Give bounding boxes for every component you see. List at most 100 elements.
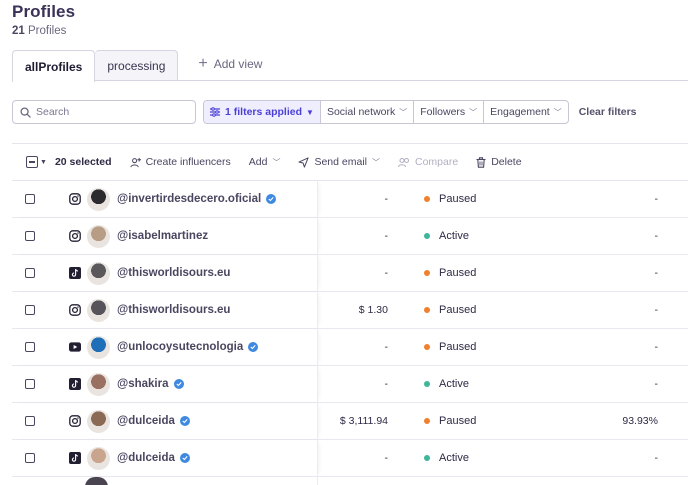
filter-group: 1 filters applied ▼ Social network ﹀ Foll… bbox=[203, 100, 569, 124]
table-row[interactable]: @isabelmartinez - Active - bbox=[12, 218, 688, 255]
filters-applied-button[interactable]: 1 filters applied ▼ bbox=[204, 101, 320, 123]
row-checkbox[interactable] bbox=[25, 342, 35, 352]
verified-icon bbox=[248, 342, 259, 352]
table-row[interactable]: @dulceida - Active - bbox=[12, 440, 688, 477]
table-row[interactable]: @thisworldisours.eu - Paused - bbox=[12, 255, 688, 292]
avatar[interactable] bbox=[87, 224, 110, 248]
status-dot bbox=[424, 455, 430, 461]
row-checkbox[interactable] bbox=[25, 305, 35, 315]
delete-label: Delete bbox=[491, 156, 522, 168]
profile-handle-text: @dulceida bbox=[117, 415, 175, 427]
profile-handle[interactable]: @invertirdesdecero.oficial bbox=[117, 193, 277, 205]
status-badge: Paused bbox=[424, 193, 476, 205]
tabs-divider bbox=[12, 80, 688, 81]
avatar[interactable] bbox=[87, 446, 110, 470]
filter-followers-label: Followers bbox=[420, 106, 466, 118]
profile-cell bbox=[12, 477, 318, 485]
send-email-dropdown[interactable]: Send email ﹀ bbox=[298, 156, 380, 168]
profile-handle[interactable]: @unlocoysutecnologia bbox=[117, 341, 259, 353]
add-view-button[interactable]: + Add view bbox=[198, 50, 262, 81]
row-checkbox[interactable] bbox=[25, 268, 35, 278]
cost-value: - bbox=[384, 267, 389, 279]
table-row[interactable]: @thisworldisours.eu $ 1.30 Paused - bbox=[12, 292, 688, 329]
table-row[interactable]: @invertirdesdecero.oficial - Paused - bbox=[12, 181, 688, 218]
filter-engagement[interactable]: Engagement ﹀ bbox=[483, 101, 568, 123]
select-all-dropdown[interactable]: ▼ 20 selected bbox=[26, 156, 112, 168]
table-row[interactable]: @shakira - Active - bbox=[12, 366, 688, 403]
bulk-actions-toolbar: ▼ 20 selected Create influencers Add ﹀ S… bbox=[12, 143, 688, 181]
verified-icon bbox=[266, 194, 277, 204]
profile-handle[interactable]: @dulceida bbox=[117, 452, 190, 464]
avatar[interactable] bbox=[87, 409, 110, 433]
clear-filters-button[interactable]: Clear filters bbox=[579, 106, 637, 118]
status-badge: Active bbox=[424, 230, 469, 242]
status-badge: Paused bbox=[424, 341, 476, 353]
send-email-label: Send email bbox=[314, 156, 367, 168]
profile-count-label: Profiles bbox=[28, 25, 67, 37]
verified-icon bbox=[173, 379, 184, 389]
cost-value: $ 1.30 bbox=[358, 304, 388, 316]
search-box[interactable] bbox=[12, 100, 196, 124]
profile-handle-text: @thisworldisours.eu bbox=[117, 304, 231, 316]
avatar[interactable] bbox=[87, 187, 110, 211]
send-icon bbox=[298, 156, 310, 168]
sliders-icon bbox=[210, 107, 220, 117]
status-text: Paused bbox=[439, 267, 477, 279]
filter-engagement-label: Engagement bbox=[490, 106, 550, 118]
table-row[interactable]: @unlocoysutecnologia - Paused - bbox=[12, 329, 688, 366]
chevron-down-icon: ﹀ bbox=[372, 157, 380, 167]
profile-handle-text: @invertirdesdecero.oficial bbox=[117, 193, 262, 205]
filter-followers[interactable]: Followers ﹀ bbox=[413, 101, 483, 123]
profile-handle[interactable]: @thisworldisours.eu bbox=[117, 267, 230, 279]
engagement-value: - bbox=[654, 230, 659, 242]
select-all-checkbox[interactable] bbox=[26, 156, 38, 168]
tiktok-icon bbox=[69, 452, 81, 464]
profile-cell: @dulceida bbox=[12, 440, 318, 476]
chevron-down-icon: ﹀ bbox=[272, 157, 281, 167]
row-checkbox[interactable] bbox=[25, 231, 35, 241]
verified-icon bbox=[179, 416, 190, 426]
engagement-value: - bbox=[654, 378, 659, 390]
engagement-value: - bbox=[654, 341, 659, 353]
row-checkbox[interactable] bbox=[25, 194, 35, 204]
tab-processing[interactable]: processing bbox=[95, 50, 179, 81]
table-row[interactable] bbox=[12, 477, 688, 485]
row-checkbox[interactable] bbox=[25, 453, 35, 463]
avatar[interactable] bbox=[87, 335, 110, 359]
compare-users-icon bbox=[398, 157, 410, 167]
status-text: Active bbox=[439, 452, 469, 464]
verified-icon bbox=[179, 453, 190, 463]
create-influencers-button[interactable]: Create influencers bbox=[129, 156, 231, 168]
avatar[interactable] bbox=[87, 372, 110, 396]
compare-button[interactable]: Compare bbox=[398, 156, 458, 168]
delete-button[interactable]: Delete bbox=[476, 156, 522, 168]
row-checkbox[interactable] bbox=[25, 379, 35, 389]
profile-handle[interactable]: @thisworldisours.eu bbox=[117, 304, 230, 316]
search-input[interactable] bbox=[36, 106, 186, 118]
avatar[interactable] bbox=[87, 261, 110, 285]
tab-allprofiles[interactable]: allProfiles bbox=[12, 50, 96, 82]
profile-handle-text: @thisworldisours.eu bbox=[117, 267, 231, 279]
filter-social-network[interactable]: Social network ﹀ bbox=[319, 101, 413, 123]
avatar[interactable] bbox=[87, 298, 110, 322]
status-dot bbox=[424, 381, 430, 387]
status-text: Paused bbox=[439, 415, 477, 427]
profile-handle[interactable]: @isabelmartinez bbox=[117, 230, 208, 242]
add-label: Add bbox=[248, 156, 268, 168]
profile-handle[interactable]: @dulceida bbox=[117, 415, 190, 427]
tiktok-icon bbox=[69, 267, 81, 279]
cost-value: - bbox=[384, 193, 389, 205]
cost-value: - bbox=[384, 230, 389, 242]
table-row[interactable]: @dulceida $ 3,111.94 Paused 93.93% bbox=[12, 403, 688, 440]
view-tabs: allProfiles processing + Add view bbox=[12, 50, 262, 82]
add-dropdown[interactable]: Add ﹀ bbox=[249, 156, 281, 168]
status-text: Paused bbox=[439, 193, 477, 205]
status-text: Active bbox=[439, 230, 469, 242]
status-badge: Paused bbox=[424, 304, 476, 316]
instagram-icon bbox=[69, 230, 81, 242]
engagement-value: - bbox=[654, 304, 659, 316]
profile-handle[interactable]: @shakira bbox=[117, 378, 184, 390]
row-checkbox[interactable] bbox=[25, 416, 35, 426]
chevron-down-icon: ﹀ bbox=[553, 107, 562, 117]
status-badge: Paused bbox=[424, 415, 476, 427]
